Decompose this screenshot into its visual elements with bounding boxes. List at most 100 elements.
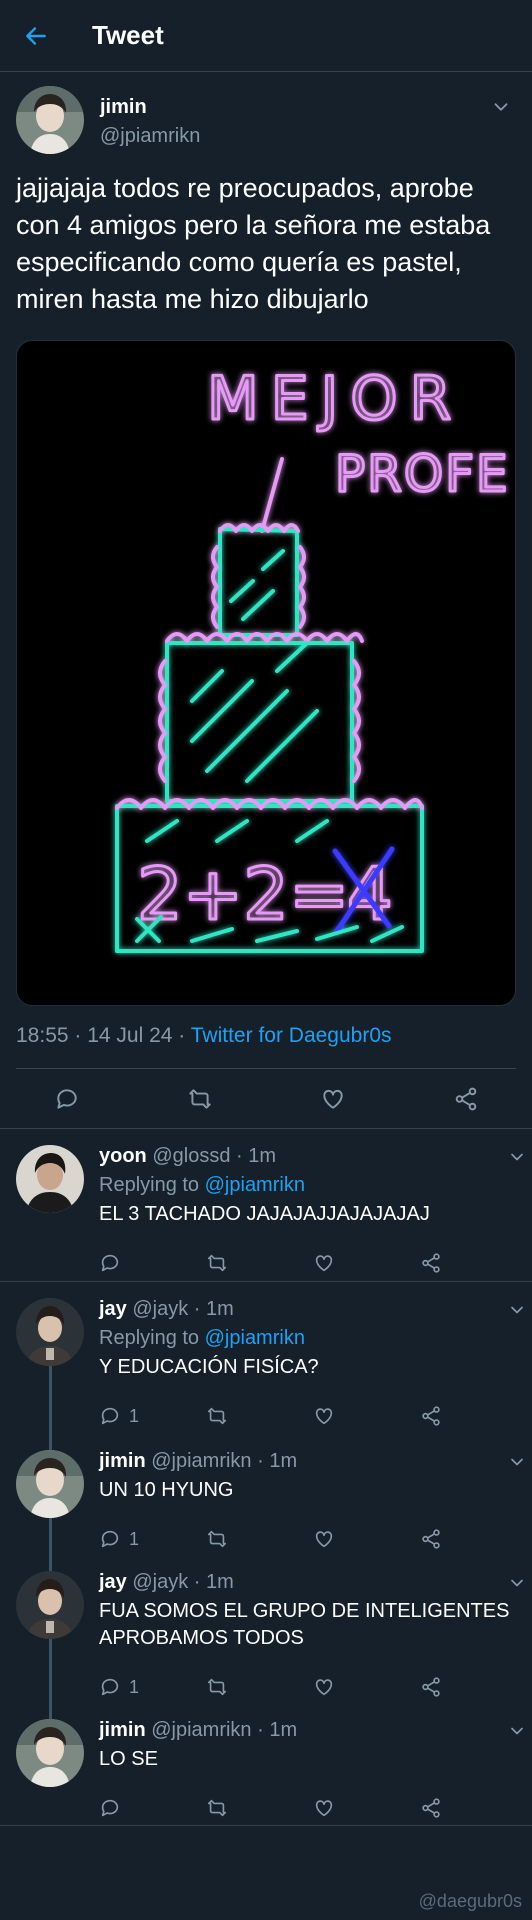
chevron-down-icon[interactable]: [507, 1300, 527, 1320]
reply-author-handle[interactable]: @glossd: [152, 1145, 230, 1167]
reply-tweet[interactable]: jay @jayk · 1m FUA SOMOS EL GRUPO DE INT…: [0, 1555, 532, 1703]
reply-author-name[interactable]: yoon: [99, 1145, 147, 1167]
reply-tweet[interactable]: jimin @jpiamrikn · 1m LO SE: [0, 1703, 532, 1826]
like-button[interactable]: [313, 1405, 420, 1427]
tweet-source-link[interactable]: Twitter for Daegubr0s: [191, 1024, 392, 1047]
share-button[interactable]: [420, 1252, 527, 1274]
reply-button[interactable]: 1: [99, 1405, 206, 1427]
like-button[interactable]: [313, 1528, 420, 1550]
reply-author-handle[interactable]: @jayk: [132, 1571, 188, 1593]
like-icon[interactable]: [320, 1086, 346, 1112]
like-button[interactable]: [313, 1797, 420, 1819]
reply-icon[interactable]: [54, 1086, 80, 1112]
like-button[interactable]: [313, 1252, 420, 1274]
reply-button[interactable]: [99, 1797, 206, 1819]
retweet-icon[interactable]: [187, 1086, 213, 1112]
replying-to-link[interactable]: @jpiamrikn: [205, 1174, 305, 1196]
avatar[interactable]: [16, 1298, 84, 1366]
thread-line: [49, 1434, 52, 1450]
thread-line: [49, 1639, 52, 1703]
reply-text: LO SE: [99, 1748, 158, 1770]
reply-button[interactable]: [99, 1252, 206, 1274]
reply-tweet[interactable]: jimin @jpiamrikn · 1m UN 10 HYUNG 1: [0, 1434, 532, 1555]
reply-header: jimin @jpiamrikn · 1m: [99, 1450, 527, 1473]
back-button[interactable]: [0, 0, 72, 72]
like-button[interactable]: [313, 1676, 420, 1698]
top-bar: Tweet: [0, 0, 532, 72]
chevron-down-icon[interactable]: [507, 1721, 527, 1741]
reply-time: 1m: [206, 1571, 234, 1593]
retweet-button[interactable]: [206, 1797, 313, 1819]
reply-icon: [99, 1405, 121, 1427]
retweet-icon: [206, 1797, 228, 1819]
reply-text: Y EDUCACIÓN FISÍCA?: [99, 1356, 319, 1378]
reply-button[interactable]: 1: [99, 1676, 206, 1698]
share-icon: [420, 1252, 442, 1274]
caption-line-2: PROFE: [335, 445, 510, 503]
reply-author-name[interactable]: jay: [99, 1571, 127, 1593]
reply-count: 1: [129, 1528, 140, 1549]
chevron-down-icon[interactable]: [507, 1452, 527, 1472]
avatar[interactable]: [16, 1145, 84, 1213]
replying-to: Replying to @jpiamrikn: [99, 1174, 305, 1196]
thread-line: [49, 1518, 52, 1555]
retweet-icon: [206, 1528, 228, 1550]
retweet-icon: [206, 1676, 228, 1698]
share-button[interactable]: [420, 1797, 527, 1819]
share-button[interactable]: [420, 1676, 527, 1698]
reply-icon: [99, 1797, 121, 1819]
like-icon: [313, 1252, 335, 1274]
reply-author-name[interactable]: jimin: [99, 1450, 146, 1472]
reply-author-handle[interactable]: @jayk: [132, 1298, 188, 1320]
author-name[interactable]: jimin: [100, 96, 200, 119]
avatar[interactable]: [16, 1571, 84, 1639]
retweet-button[interactable]: [206, 1405, 313, 1427]
avatar[interactable]: [16, 1450, 84, 1518]
reply-time: 1m: [269, 1450, 298, 1472]
reply-header: jay @jayk · 1m: [99, 1298, 527, 1321]
author-handle[interactable]: @jpiamrikn: [100, 125, 200, 148]
avatar[interactable]: [16, 86, 84, 154]
tweet-time: 18:55: [16, 1024, 69, 1047]
reply-icon: [99, 1528, 121, 1550]
retweet-button[interactable]: [206, 1676, 313, 1698]
main-tweet: jimin @jpiamrikn jajjajaja todos re preo…: [0, 72, 532, 1069]
tweet-image[interactable]: MEJOR PROFE 2+2= 4: [16, 340, 516, 1006]
replying-to-link[interactable]: @jpiamrikn: [205, 1327, 305, 1349]
reply-author-name[interactable]: jimin: [99, 1719, 146, 1741]
reply-text: FUA SOMOS EL GRUPO DE INTELIGENTES APROB…: [99, 1600, 510, 1649]
reply-icon: [99, 1676, 121, 1698]
reply-button[interactable]: 1: [99, 1528, 206, 1550]
watermark: @daegubr0s: [418, 1891, 522, 1911]
avatar[interactable]: [16, 1719, 84, 1787]
share-icon[interactable]: [453, 1086, 479, 1112]
thread-line: [49, 1555, 52, 1571]
reply-author-handle[interactable]: @jpiamrikn: [151, 1450, 251, 1472]
page-title: Tweet: [92, 20, 164, 50]
chevron-down-icon: [490, 96, 512, 118]
more-options-button[interactable]: [490, 96, 512, 123]
reply-author-handle[interactable]: @jpiamrikn: [151, 1719, 251, 1741]
chevron-down-icon[interactable]: [507, 1147, 527, 1167]
tweet-author: jimin @jpiamrikn: [16, 86, 516, 154]
reply-header: yoon @glossd · 1m: [99, 1145, 527, 1168]
reply-actions: [99, 1779, 527, 1837]
reply-tweet[interactable]: yoon @glossd · 1m Replying to @jpiamrikn…: [0, 1129, 532, 1282]
retweet-button[interactable]: [206, 1528, 313, 1550]
thread-line: [49, 1703, 52, 1719]
like-icon: [313, 1528, 335, 1550]
like-icon: [313, 1676, 335, 1698]
share-button[interactable]: [420, 1405, 527, 1427]
reply-author-name[interactable]: jay: [99, 1298, 127, 1320]
like-icon: [313, 1797, 335, 1819]
reply-tweet[interactable]: jay @jayk · 1m Replying to @jpiamrikn Y …: [0, 1282, 532, 1434]
reply-icon: [99, 1252, 121, 1274]
retweet-button[interactable]: [206, 1252, 313, 1274]
replying-to: Replying to @jpiamrikn: [99, 1327, 305, 1349]
caption-line-1: MEJOR: [207, 364, 463, 434]
share-button[interactable]: [420, 1528, 527, 1550]
reply-time: 1m: [248, 1145, 277, 1167]
thread-line: [49, 1366, 52, 1434]
chevron-down-icon[interactable]: [507, 1573, 527, 1593]
reply-count: 1: [129, 1405, 140, 1426]
